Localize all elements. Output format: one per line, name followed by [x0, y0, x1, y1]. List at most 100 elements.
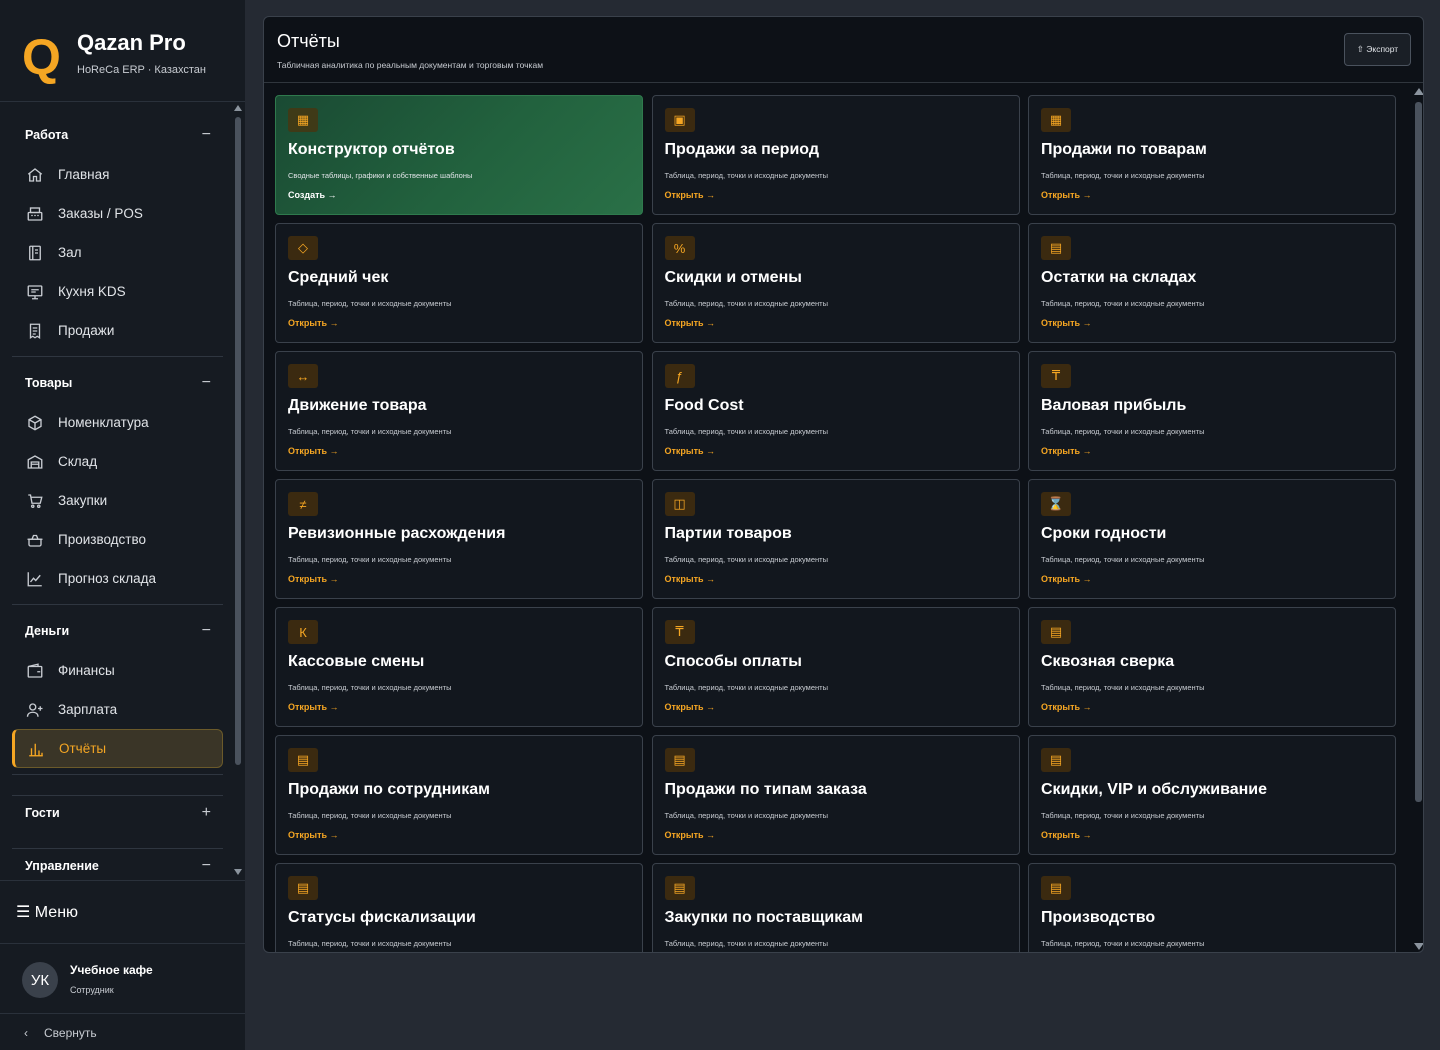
report-card[interactable]: К Кассовые смены Таблица, период, точки и …: [275, 607, 643, 727]
sidebar-item[interactable]: Отчёты: [12, 729, 223, 768]
expand-icon[interactable]: +: [202, 804, 211, 822]
report-card[interactable]: ▤ Продажи по типам заказа Таблица, период,…: [651, 735, 1020, 855]
sidebar-item[interactable]: Продажи: [12, 311, 223, 350]
collapse-icon[interactable]: −: [202, 857, 211, 875]
warehouse-icon: [25, 452, 45, 472]
nav-section-header[interactable]: Управление −: [12, 846, 223, 878]
report-card[interactable]: ₸ Способы оплаты Таблица, период, точки и …: [651, 607, 1020, 727]
report-card[interactable]: ⌛ Сроки годности Таблица, период, точки и …: [1028, 479, 1396, 599]
open-report-link[interactable]: Открыть →: [288, 702, 339, 712]
report-card[interactable]: ▦ Конструктор отчётов Сводные таблицы, гра…: [275, 95, 643, 215]
nav-section-header[interactable]: Работа −: [12, 115, 223, 155]
open-report-link[interactable]: Открыть →: [665, 446, 716, 456]
scroll-down-arrow-icon[interactable]: [1414, 943, 1423, 950]
open-report-link[interactable]: Открыть →: [1041, 574, 1092, 584]
page-subtitle: Табличная аналитика по реальным документ…: [277, 60, 544, 70]
open-report-link[interactable]: Открыть →: [288, 318, 339, 328]
scroll-up-arrow-icon[interactable]: [1414, 88, 1423, 95]
sidebar-item[interactable]: Склад: [12, 442, 223, 481]
report-card[interactable]: ▦ Продажи по товарам Таблица, период, точк…: [1028, 95, 1396, 215]
open-report-link[interactable]: Открыть →: [665, 830, 716, 840]
collapse-icon[interactable]: −: [202, 622, 211, 640]
open-report-link[interactable]: Открыть →: [665, 190, 716, 200]
collapse-sidebar-button[interactable]: ‹ Свернуть: [0, 1015, 245, 1050]
report-card[interactable]: ≠ Ревизионные расхождения Таблица, период,…: [275, 479, 643, 599]
report-card[interactable]: ▤ Статусы фискализации Таблица, период, то…: [275, 863, 643, 952]
open-report-link[interactable]: Открыть →: [288, 830, 339, 840]
sidebar-item[interactable]: Прогноз склада: [12, 559, 223, 598]
sidebar-scrollbar[interactable]: [234, 105, 242, 875]
nav-section-header[interactable]: Деньги −: [12, 611, 223, 651]
open-report-link[interactable]: Открыть →: [665, 574, 716, 584]
user-profile[interactable]: УК Учебное кафе Сотрудник: [0, 945, 245, 1014]
kitchen-display-icon: [25, 282, 45, 302]
open-report-link[interactable]: Открыть →: [288, 574, 339, 584]
report-card[interactable]: ↔ Движение товара Таблица, период, точки и…: [275, 351, 643, 471]
menu-button[interactable]: ☰ Меню: [0, 880, 245, 944]
report-card[interactable]: ▣ Продажи за период Таблица, период, точки…: [651, 95, 1020, 215]
main-scrollbar[interactable]: [1413, 88, 1423, 950]
sidebar-item[interactable]: Зарплата: [12, 690, 223, 729]
open-report-link[interactable]: Открыть →: [1041, 190, 1092, 200]
sidebar-item[interactable]: Кухня KDS: [12, 272, 223, 311]
sidebar-item[interactable]: Зал: [12, 233, 223, 272]
sidebar-item-label: Кухня KDS: [58, 284, 126, 299]
report-card[interactable]: ▤ Продажи по сотрудникам Таблица, период, …: [275, 735, 643, 855]
report-icon: ▣: [664, 108, 695, 132]
report-icon: ▤: [1041, 748, 1071, 772]
open-report-link[interactable]: Открыть →: [665, 702, 716, 712]
report-title: Движение товара: [288, 397, 427, 414]
sidebar-item[interactable]: Главная: [12, 155, 223, 194]
collapse-icon[interactable]: −: [202, 374, 211, 392]
box-icon: [25, 413, 45, 433]
sidebar-item[interactable]: Номенклатура: [12, 403, 223, 442]
scrollbar-thumb[interactable]: [1415, 102, 1422, 802]
report-card[interactable]: ◇ Средний чек Таблица, период, точки и исх…: [275, 223, 643, 343]
nav-section-header[interactable]: Товары −: [12, 363, 223, 403]
report-description: Таблица, период, точки и исходные докуме…: [288, 299, 452, 308]
scrollbar-thumb[interactable]: [235, 117, 241, 765]
report-title: Продажи за период: [664, 141, 820, 158]
report-card[interactable]: ▤ Сквозная сверка Таблица, период, точки и…: [1028, 607, 1396, 727]
logo-area[interactable]: Q Qazan Pro HoReCa ERP · Казахстан: [0, 0, 245, 102]
report-card[interactable]: ◫ Партии товаров Таблица, период, точки и …: [651, 479, 1020, 599]
user-name: Учебное кафе: [70, 963, 153, 977]
report-icon: ƒ: [664, 364, 695, 388]
report-title: Способы оплаты: [664, 653, 802, 670]
report-card[interactable]: ₸ Валовая прибыль Таблица, период, точки и…: [1028, 351, 1396, 471]
sidebar-item[interactable]: Производство: [12, 520, 223, 559]
sidebar-item-label: Производство: [58, 532, 147, 547]
cart-icon: [25, 491, 45, 511]
sidebar-item[interactable]: Финансы: [12, 651, 223, 690]
report-card[interactable]: ▤ Остатки на складах Таблица, период, точк…: [1028, 223, 1396, 343]
report-card[interactable]: ▤ Производство Таблица, период, точки и ис…: [1028, 863, 1396, 952]
report-description: Таблица, период, точки и исходные докуме…: [288, 811, 452, 820]
scroll-down-arrow-icon[interactable]: [234, 869, 242, 875]
report-title: Продажи по товарам: [1041, 141, 1207, 158]
report-card[interactable]: ƒ Food Cost Таблица, период, точки и исход…: [651, 351, 1020, 471]
open-report-link[interactable]: Открыть →: [1041, 318, 1092, 328]
sidebar-item[interactable]: Заказы / POS: [12, 194, 223, 233]
open-report-link[interactable]: Открыть →: [665, 318, 716, 328]
report-title: Средний чек: [288, 269, 389, 286]
open-report-link[interactable]: Открыть →: [288, 446, 339, 456]
sidebar-item[interactable]: Закупки: [12, 481, 223, 520]
create-report-link[interactable]: Создать →: [288, 190, 337, 200]
report-card[interactable]: % Скидки и отмены Таблица, период, точки и…: [651, 223, 1020, 343]
report-description: Таблица, период, точки и исходные докуме…: [288, 683, 452, 692]
nav-section-header[interactable]: Гости +: [12, 793, 223, 833]
sidebar-item-label: Главная: [58, 167, 110, 182]
open-report-link[interactable]: Открыть →: [1041, 702, 1092, 712]
sidebar-item-label: Номенклатура: [58, 415, 149, 430]
nav-section-4: Управление −: [12, 846, 223, 878]
open-report-link[interactable]: Открыть →: [1041, 446, 1092, 456]
export-button[interactable]: ⇧ Экспорт: [1344, 33, 1411, 66]
scroll-up-arrow-icon[interactable]: [234, 105, 242, 111]
collapse-icon[interactable]: −: [202, 126, 211, 144]
report-card[interactable]: ▤ Скидки, VIP и обслуживание Таблица, пери…: [1028, 735, 1396, 855]
report-description: Таблица, период, точки и исходные докуме…: [288, 555, 452, 564]
report-card[interactable]: ▤ Закупки по поставщикам Таблица, период, …: [651, 863, 1020, 952]
wallet-icon: [25, 661, 45, 681]
logo-mark: Q: [22, 29, 61, 85]
open-report-link[interactable]: Открыть →: [1041, 830, 1092, 840]
